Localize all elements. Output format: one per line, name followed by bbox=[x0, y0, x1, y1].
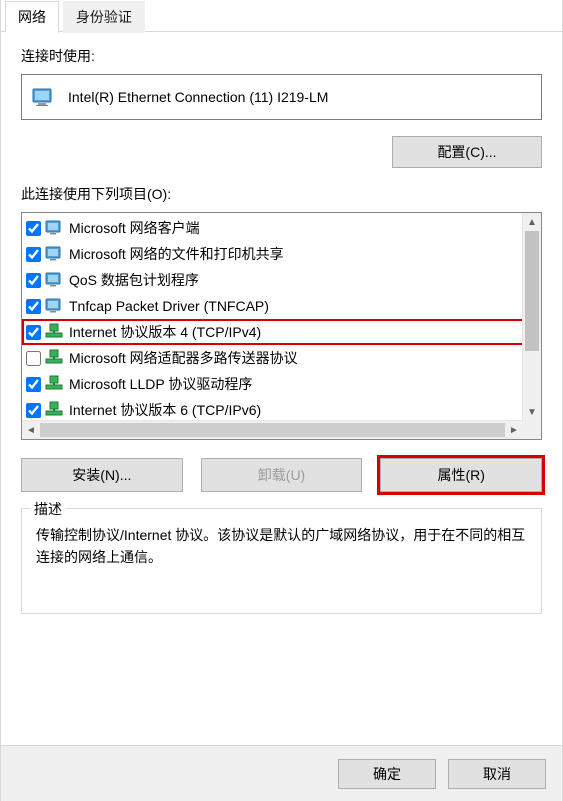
list-item[interactable]: Microsoft 网络的文件和打印机共享 bbox=[22, 241, 541, 267]
connect-using-label: 连接时使用: bbox=[21, 46, 542, 66]
network-protocol-icon bbox=[45, 349, 63, 368]
item-checkbox[interactable] bbox=[26, 247, 41, 262]
tab-network[interactable]: 网络 bbox=[5, 1, 59, 33]
scroll-up-arrow-icon[interactable]: ▲ bbox=[523, 213, 541, 231]
tab-body: 连接时使用: Intel(R) Ethernet Connection (11)… bbox=[1, 32, 562, 614]
service-icon bbox=[45, 219, 63, 238]
service-icon bbox=[45, 297, 63, 316]
properties-button[interactable]: 属性(R) bbox=[380, 458, 542, 492]
item-label: Internet 协议版本 4 (TCP/IPv4) bbox=[69, 322, 261, 342]
scroll-left-arrow-icon[interactable]: ◄ bbox=[22, 421, 40, 439]
list-item[interactable]: Microsoft LLDP 协议驱动程序 bbox=[22, 371, 541, 397]
item-label: Microsoft 网络客户端 bbox=[69, 218, 200, 238]
tab-bar: 网络 身份验证 bbox=[1, 0, 562, 32]
vertical-scroll-thumb[interactable] bbox=[525, 231, 539, 351]
network-protocol-icon bbox=[45, 323, 63, 342]
horizontal-scrollbar[interactable]: ◄ ► bbox=[22, 420, 523, 439]
items-label: 此连接使用下列项目(O): bbox=[21, 184, 542, 204]
item-checkbox[interactable] bbox=[26, 403, 41, 418]
service-icon bbox=[45, 271, 63, 290]
scroll-down-arrow-icon[interactable]: ▼ bbox=[523, 403, 541, 421]
dialog-button-bar: 确定 取消 bbox=[1, 745, 562, 801]
network-protocol-icon bbox=[45, 375, 63, 394]
item-label: Microsoft 网络适配器多路传送器协议 bbox=[69, 348, 298, 368]
scrollbar-corner bbox=[523, 421, 541, 439]
nic-icon bbox=[32, 86, 54, 109]
horizontal-scroll-track[interactable] bbox=[40, 423, 505, 437]
item-checkbox[interactable] bbox=[26, 273, 41, 288]
uninstall-button: 卸载(U) bbox=[201, 458, 363, 492]
vertical-scrollbar[interactable]: ▲ ▼ bbox=[522, 213, 541, 421]
description-legend: 描述 bbox=[30, 499, 66, 519]
item-label: Tnfcap Packet Driver (TNFCAP) bbox=[69, 298, 269, 314]
tab-authentication[interactable]: 身份验证 bbox=[63, 1, 145, 33]
scroll-right-arrow-icon[interactable]: ► bbox=[505, 421, 523, 439]
item-checkbox[interactable] bbox=[26, 299, 41, 314]
network-properties-dialog: 网络 身份验证 连接时使用: Intel(R) Ethernet Connect… bbox=[0, 0, 563, 801]
item-actions-row: 安装(N)... 卸载(U) 属性(R) bbox=[21, 458, 542, 492]
description-groupbox: 描述 传输控制协议/Internet 协议。该协议是默认的广域网络协议，用于在不… bbox=[21, 508, 542, 614]
install-button[interactable]: 安装(N)... bbox=[21, 458, 183, 492]
list-item[interactable]: Internet 协议版本 4 (TCP/IPv4) bbox=[22, 319, 541, 345]
ok-button[interactable]: 确定 bbox=[338, 759, 436, 789]
item-checkbox[interactable] bbox=[26, 325, 41, 340]
item-checkbox[interactable] bbox=[26, 221, 41, 236]
network-protocol-icon bbox=[45, 401, 63, 420]
list-item[interactable]: Microsoft 网络客户端 bbox=[22, 215, 541, 241]
list-item[interactable]: QoS 数据包计划程序 bbox=[22, 267, 541, 293]
item-label: Microsoft LLDP 协议驱动程序 bbox=[69, 374, 252, 394]
item-checkbox[interactable] bbox=[26, 351, 41, 366]
item-label: QoS 数据包计划程序 bbox=[69, 270, 199, 290]
items-listbox[interactable]: Microsoft 网络客户端 Microsoft 网络的文件和打印机共享 QoS … bbox=[21, 212, 542, 440]
cancel-button[interactable]: 取消 bbox=[448, 759, 546, 789]
list-item[interactable]: Microsoft 网络适配器多路传送器协议 bbox=[22, 345, 541, 371]
description-text: 传输控制协议/Internet 协议。该协议是默认的广域网络协议，用于在不同的相… bbox=[36, 525, 527, 568]
adapter-name: Intel(R) Ethernet Connection (11) I219-L… bbox=[68, 89, 531, 105]
service-icon bbox=[45, 245, 63, 264]
configure-button[interactable]: 配置(C)... bbox=[392, 136, 542, 168]
item-label: Microsoft 网络的文件和打印机共享 bbox=[69, 244, 284, 264]
list-item[interactable]: Tnfcap Packet Driver (TNFCAP) bbox=[22, 293, 541, 319]
item-label: Internet 协议版本 6 (TCP/IPv6) bbox=[69, 400, 261, 420]
item-checkbox[interactable] bbox=[26, 377, 41, 392]
adapter-box[interactable]: Intel(R) Ethernet Connection (11) I219-L… bbox=[21, 74, 542, 120]
